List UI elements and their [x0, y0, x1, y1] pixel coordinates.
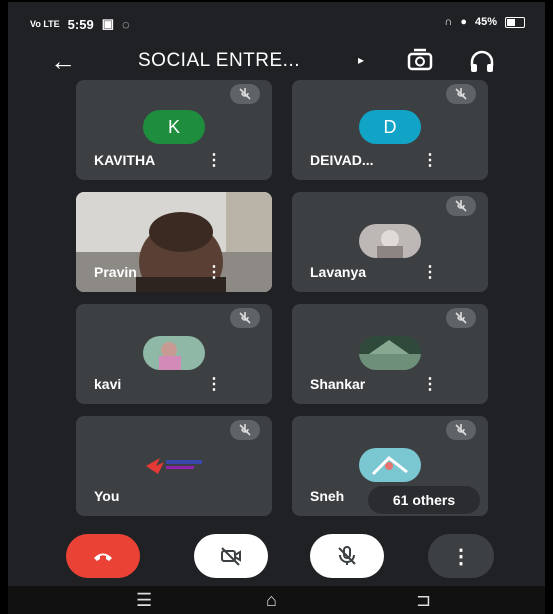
microphone-toggle-button[interactable]: [310, 534, 384, 578]
avatar: [359, 224, 421, 258]
camera-toggle-button[interactable]: [194, 534, 268, 578]
muted-mic-icon: [446, 196, 476, 216]
more-options-icon[interactable]: ⋮: [422, 265, 438, 281]
participant-name: Pravin: [94, 264, 137, 280]
muted-mic-icon: [230, 308, 260, 328]
participant-name: Shankar: [310, 376, 366, 392]
title-expand-icon[interactable]: ▸: [358, 53, 364, 67]
signal-label: Vo LTE: [30, 19, 60, 29]
more-vert-icon: ⋮: [451, 545, 471, 568]
participant-name: Sneh: [310, 488, 345, 504]
participant-name: kavi: [94, 376, 122, 392]
camera-off-icon: [221, 547, 241, 566]
more-options-button[interactable]: ⋮: [428, 534, 494, 578]
status-right: ∩ ● 45%: [444, 16, 525, 28]
participant-name: KAVITHA: [94, 152, 156, 168]
back-arrow-icon[interactable]: ←: [50, 48, 76, 74]
muted-mic-icon: [446, 420, 476, 440]
avatar-initial: D: [359, 110, 421, 144]
home-icon[interactable]: ⌂: [266, 590, 277, 611]
participant-tile[interactable]: Shankar ⋮: [292, 304, 488, 404]
more-options-icon[interactable]: ⋮: [422, 377, 438, 393]
meeting-title[interactable]: SOCIAL ENTRE...: [138, 50, 300, 72]
avatar-initial: K: [143, 110, 205, 144]
end-call-button[interactable]: [66, 534, 140, 578]
self-logo-image: [146, 458, 202, 474]
headset-status-icon: ∩: [444, 16, 453, 28]
others-count-chip[interactable]: 61 others: [368, 486, 480, 514]
participant-tile[interactable]: D DEIVAD... ⋮: [292, 80, 488, 180]
muted-mic-icon: [446, 84, 476, 104]
participant-video-tile[interactable]: Pravin ⋮: [76, 192, 272, 292]
more-options-icon[interactable]: ⋮: [206, 377, 222, 393]
status-bar: Vo LTE 5:59 ▣ ◌ ∩ ● 45%: [8, 2, 545, 44]
participant-name: You: [94, 488, 120, 504]
gallery-icon: ▣: [101, 16, 114, 31]
whatsapp-icon: ◌: [122, 16, 130, 32]
muted-mic-icon: [230, 84, 260, 104]
alarm-icon: ●: [460, 16, 467, 28]
recents-icon[interactable]: ☰: [136, 590, 152, 611]
participant-tile[interactable]: K KAVITHA ⋮: [76, 80, 272, 180]
status-time: 5:59: [67, 16, 94, 32]
avatar: [143, 336, 205, 370]
avatar: [359, 448, 421, 482]
avatar: [359, 336, 421, 370]
more-options-icon[interactable]: ⋮: [206, 153, 222, 169]
switch-camera-icon[interactable]: [405, 46, 435, 76]
battery-percent: 45%: [474, 16, 497, 28]
mic-off-icon: [338, 546, 356, 565]
participant-tile[interactable]: kavi ⋮: [76, 304, 272, 404]
participant-tile[interactable]: Lavanya ⋮: [292, 192, 488, 292]
more-options-icon[interactable]: ⋮: [206, 265, 222, 281]
muted-mic-icon: [230, 420, 260, 440]
meet-call-screen: Vo LTE 5:59 ▣ ◌ ∩ ● 45% ← SOCIAL ENTRE..…: [8, 2, 545, 614]
muted-mic-icon: [446, 308, 476, 328]
audio-output-icon[interactable]: [468, 48, 496, 76]
participant-name: Lavanya: [310, 264, 367, 280]
hang-up-icon: [94, 553, 112, 561]
self-tile[interactable]: You: [76, 416, 272, 516]
battery-icon: [505, 16, 525, 28]
android-nav-bar: ☰ ⌂ ⊐: [8, 586, 545, 614]
status-left: Vo LTE 5:59 ▣ ◌: [30, 16, 130, 32]
back-nav-icon[interactable]: ⊐: [416, 590, 431, 611]
participant-name: DEIVAD...: [310, 152, 374, 168]
more-options-icon[interactable]: ⋮: [422, 153, 438, 169]
